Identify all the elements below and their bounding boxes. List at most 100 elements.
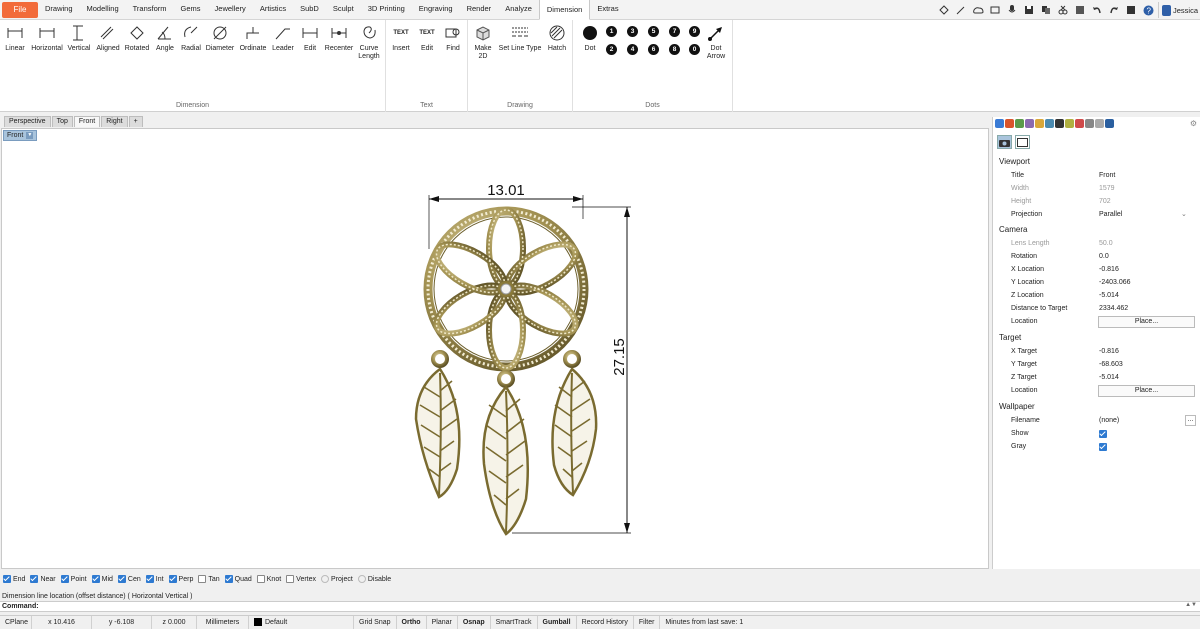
row-distance-to-target[interactable]: Distance to Target 2334.462 (993, 303, 1200, 316)
osnap-project[interactable]: Project (321, 575, 353, 583)
camera-place-button[interactable]: Place... (1098, 316, 1195, 328)
ortho-toggle[interactable]: Ortho (397, 615, 427, 629)
render-tab-icon[interactable] (1055, 119, 1064, 128)
osnap-disable-checkbox[interactable] (357, 575, 366, 583)
make2d-button[interactable]: Make 2D (472, 22, 494, 61)
gumball-toggle[interactable]: Gumball (538, 615, 577, 629)
osnap-int-checkbox[interactable] (145, 575, 154, 583)
menu-tab-sculpt[interactable]: Sculpt (326, 0, 361, 19)
row-y-location[interactable]: Y Location -2403.066 (993, 277, 1200, 290)
dot-5-button[interactable]: 5 (648, 26, 659, 37)
units-label[interactable]: Millimeters (197, 615, 249, 629)
row-filename[interactable]: Filename (none)... (993, 415, 1200, 428)
chevron-down-icon[interactable]: ▼ (26, 132, 34, 139)
menu-tab-drawing[interactable]: Drawing (38, 0, 80, 19)
osnap-int[interactable]: Int (145, 575, 164, 583)
tab-perspective[interactable]: Perspective (4, 116, 51, 127)
menu-tab-artistics[interactable]: Artistics (253, 0, 293, 19)
find-text-button[interactable]: Find (442, 22, 464, 53)
osnap-perp[interactable]: Perp (168, 575, 193, 583)
dot-8-button[interactable]: 8 (669, 44, 680, 55)
menu-tab-analyze[interactable]: Analyze (498, 0, 539, 19)
osnap-perp-checkbox[interactable] (168, 575, 177, 583)
save-icon[interactable] (1023, 4, 1035, 16)
osnap-end[interactable]: End (3, 575, 25, 583)
row-x-target[interactable]: X Target -0.816 (993, 346, 1200, 359)
lights-tab-icon[interactable] (1065, 119, 1074, 128)
undo-icon[interactable] (1091, 4, 1103, 16)
row-projection[interactable]: Projection Parallel ⌄ (993, 209, 1200, 222)
osnap-knot-checkbox[interactable] (256, 575, 265, 583)
grid-snap-toggle[interactable]: Grid Snap (354, 615, 397, 629)
dot-1-button[interactable]: 1 (606, 26, 617, 37)
menu-tab-jewellery[interactable]: Jewellery (208, 0, 253, 19)
osnap-cen-checkbox[interactable] (117, 575, 126, 583)
wand-icon[interactable] (955, 4, 967, 16)
osnap-vertex-checkbox[interactable] (286, 575, 295, 583)
dimension-vertical-button[interactable]: Vertical (66, 22, 92, 53)
osnap-near-checkbox[interactable] (30, 575, 39, 583)
dimension-leader-button[interactable]: Leader (271, 22, 295, 53)
camera-subtab[interactable] (997, 135, 1012, 149)
dot-arrow-button[interactable]: Dot Arrow (703, 22, 729, 61)
hatch-button[interactable]: Hatch (546, 22, 568, 53)
osnap-mid[interactable]: Mid (91, 575, 113, 583)
set-line-type-button[interactable]: Set Line Type (498, 22, 542, 53)
viewport-subtab[interactable] (1015, 135, 1030, 149)
osnap-near[interactable]: Near (30, 575, 56, 583)
osnap-tan-checkbox[interactable] (198, 575, 207, 583)
menu-tab-modelling[interactable]: Modelling (80, 0, 126, 19)
menu-tab-render[interactable]: Render (460, 0, 499, 19)
insert-text-button[interactable]: TEXT Insert (390, 22, 412, 53)
dimension-edit-button[interactable]: Edit (301, 22, 319, 53)
menu-tab-subd[interactable]: SubD (293, 0, 326, 19)
menu-tab-3d-printing[interactable]: 3D Printing (361, 0, 412, 19)
file-tab[interactable]: File (2, 1, 38, 18)
gem-icon[interactable] (938, 4, 950, 16)
materials-tab-icon[interactable] (1045, 119, 1054, 128)
osnap-end-checkbox[interactable] (3, 575, 11, 583)
osnap-quad[interactable]: Quad (224, 575, 252, 583)
dimension-aligned-button[interactable]: Aligned (95, 22, 121, 53)
dimension-diameter-button[interactable]: Diameter (205, 22, 235, 53)
osnap-quad-checkbox[interactable] (224, 575, 233, 583)
dot-0-button[interactable]: 0 (689, 44, 700, 55)
redo-icon[interactable] (1108, 4, 1120, 16)
dimension-linear-button[interactable]: Linear (4, 22, 26, 53)
user-account[interactable]: Jessica (1157, 2, 1198, 18)
cplane-label[interactable]: CPlane (0, 615, 32, 629)
row-x-location[interactable]: X Location -0.816 (993, 264, 1200, 277)
add-viewport-tab-button[interactable]: + (128, 116, 143, 127)
menu-tab-engraving[interactable]: Engraving (412, 0, 460, 19)
dimension-horizontal-button[interactable]: Horizontal (31, 22, 63, 53)
viewport-title[interactable]: Front ▼ (3, 130, 38, 141)
properties-tab-icon[interactable] (995, 119, 1004, 128)
dot-button[interactable]: Dot (579, 22, 601, 53)
row-rotation[interactable]: Rotation 0.0 (993, 251, 1200, 264)
viewport-front[interactable]: 13.01 27.15 Front ▼ (1, 128, 989, 569)
osnap-disable[interactable]: Disable (357, 575, 391, 583)
command-line[interactable]: Command: ▲▼ (0, 601, 1200, 612)
help-tab-icon[interactable] (1025, 119, 1034, 128)
info-tab-icon[interactable] (1085, 119, 1094, 128)
dimension-angle-button[interactable]: Angle (154, 22, 176, 53)
planar-toggle[interactable]: Planar (427, 615, 458, 629)
tab-right[interactable]: Right (101, 116, 128, 127)
folder-tab-icon[interactable] (1035, 119, 1044, 128)
row-z-location[interactable]: Z Location -5.014 (993, 290, 1200, 303)
help-icon[interactable]: ? (1142, 4, 1154, 16)
row-z-target[interactable]: Z Target -5.014 (993, 372, 1200, 385)
settings-icon[interactable]: ⚙ (1190, 119, 1197, 128)
dimension-ordinate-button[interactable]: Ordinate (239, 22, 267, 53)
osnap-point-checkbox[interactable] (60, 575, 69, 583)
dimension-rotated-button[interactable]: Rotated (124, 22, 150, 53)
tab-top[interactable]: Top (51, 116, 73, 127)
osnap-point[interactable]: Point (60, 575, 87, 583)
menu-tab-dimension[interactable]: Dimension (538, 0, 591, 20)
dot-6-button[interactable]: 6 (648, 44, 659, 55)
osnap-knot[interactable]: Knot (256, 575, 281, 583)
filter-toggle[interactable]: Filter (634, 615, 661, 629)
osnap-toggle[interactable]: Osnap (458, 615, 491, 629)
image-icon[interactable] (989, 4, 1001, 16)
download-icon[interactable] (1125, 4, 1137, 16)
